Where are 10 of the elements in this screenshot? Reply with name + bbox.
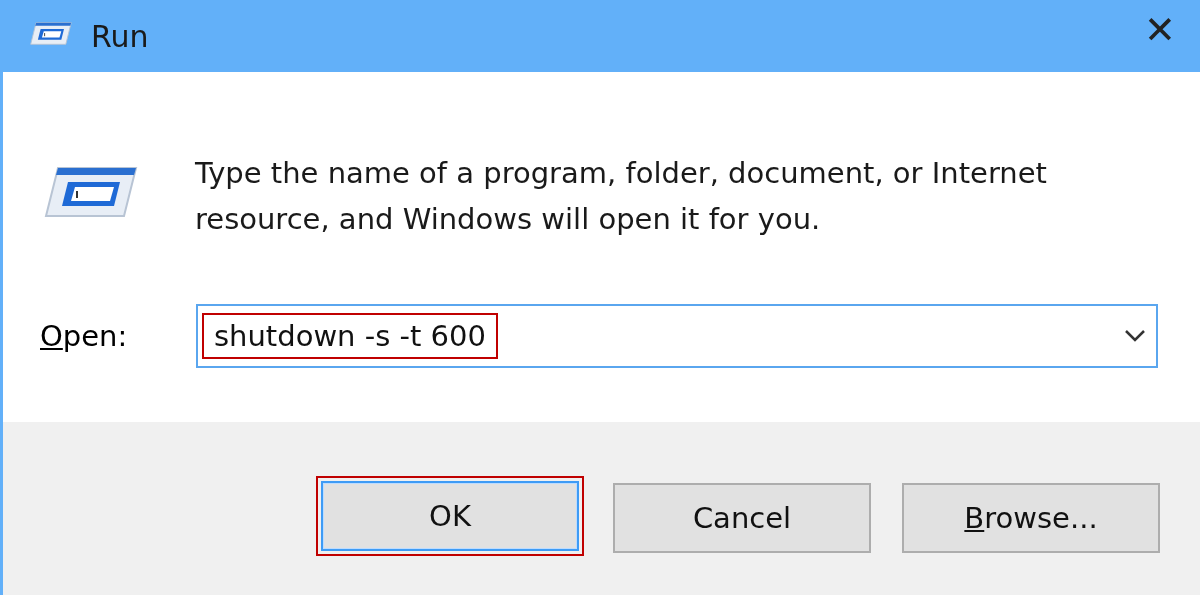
open-combo-box[interactable]: shutdown -s -t 600 (196, 304, 1158, 368)
dialog-button[interactable]: Cancel (613, 483, 871, 553)
dialog-button[interactable]: Browse... (902, 483, 1160, 553)
open-label: Open: (40, 319, 129, 353)
dropdown-caret-icon[interactable] (1124, 329, 1146, 343)
close-button[interactable]: ✕ (1120, 0, 1200, 60)
instruction-text: Type the name of a program, folder, document, or Internet resource, and Windows will open it for you. (195, 155, 1048, 238)
window-title: Run (91, 18, 149, 54)
command-text: shutdown -s -t 600 (202, 313, 498, 359)
dialog-button[interactable]: OK (321, 481, 579, 551)
